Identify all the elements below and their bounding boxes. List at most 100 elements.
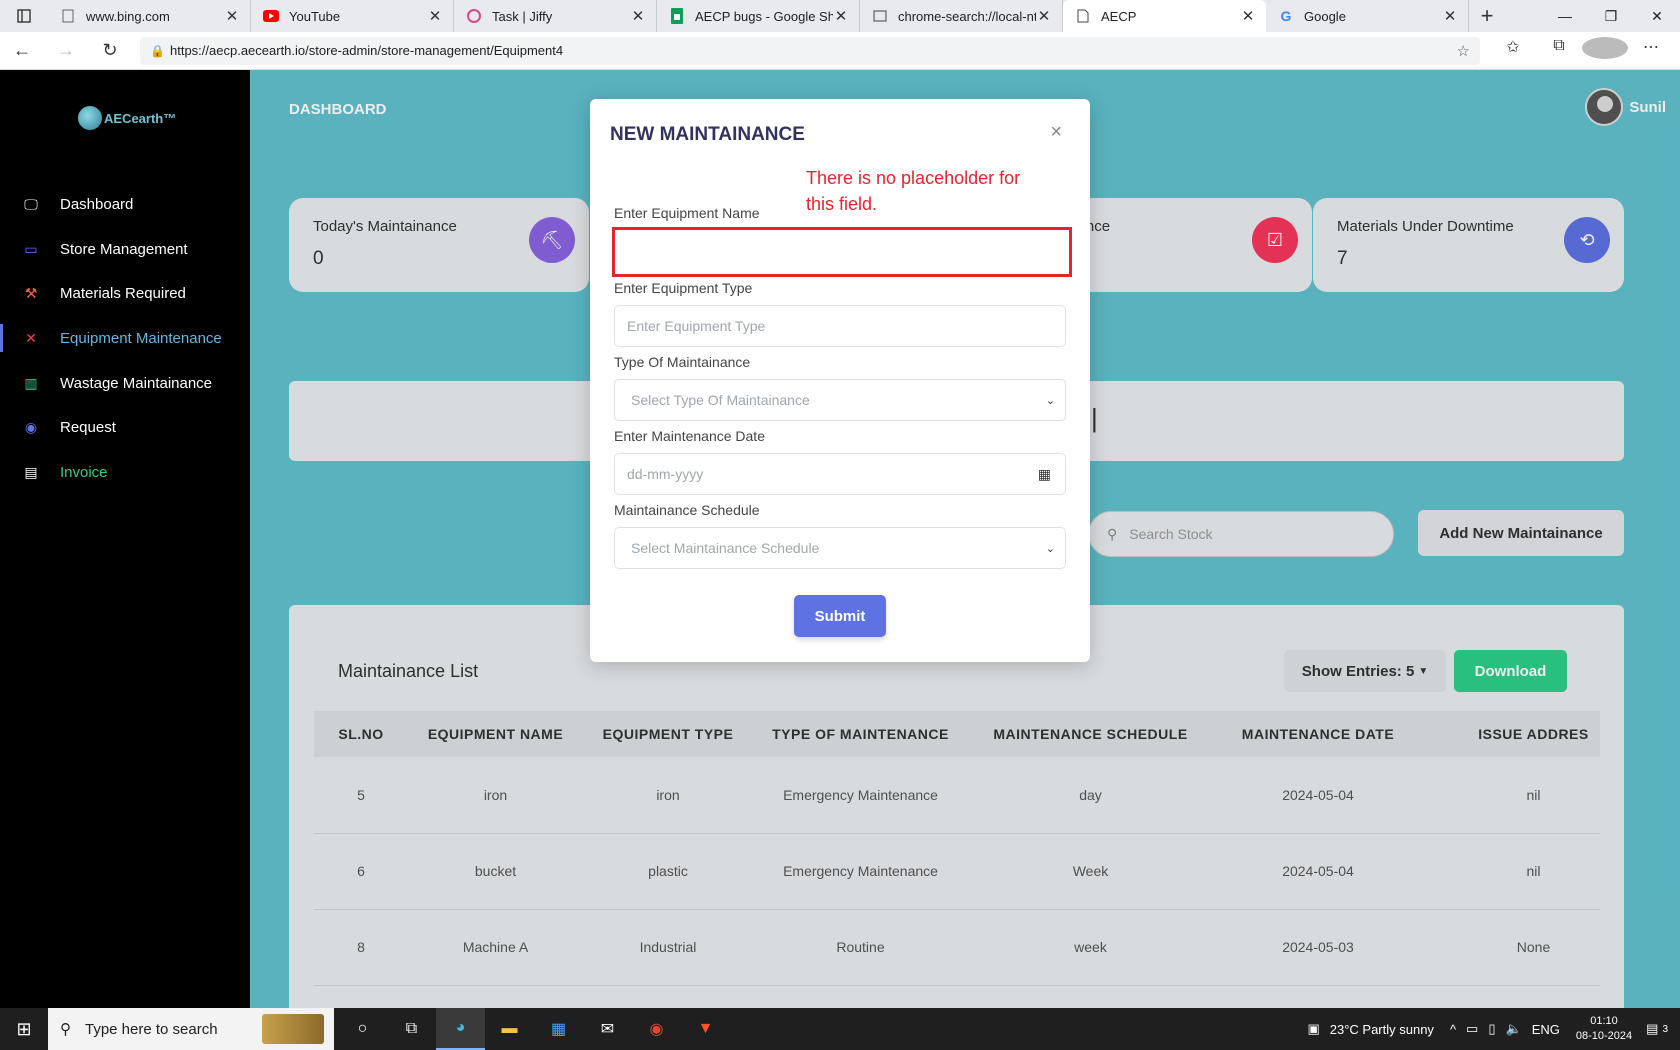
tab-label: AECP — [1101, 8, 1137, 24]
forward-icon[interactable]: → — [44, 40, 88, 61]
equipment-type-placeholder: Enter Equipment Type — [627, 318, 766, 334]
jiffy-icon — [466, 8, 482, 24]
cortana-icon[interactable]: ○ — [338, 1008, 387, 1050]
browser-tab-bing[interactable]: www.bing.com ✕ — [48, 0, 251, 32]
new-tab-button[interactable]: + — [1469, 3, 1505, 29]
hammer-icon: ⚒ — [24, 285, 38, 302]
close-tab-icon[interactable]: ✕ — [833, 7, 849, 25]
store-icon[interactable]: ▦ — [534, 1008, 583, 1050]
clock[interactable]: 01:10 08-10-2024 — [1576, 1014, 1632, 1044]
brave-icon[interactable]: ▼ — [681, 1008, 730, 1050]
browser-tab-aecp[interactable]: AECP ✕ — [1063, 0, 1266, 32]
maintenance-type-select[interactable]: Select Type Of Maintainance ⌄ — [614, 379, 1066, 421]
file-explorer-icon[interactable]: ▬ — [485, 1008, 534, 1050]
weather-text[interactable]: 23°C Partly sunny — [1330, 1022, 1434, 1037]
monitor-icon: 🖵 — [24, 195, 38, 212]
favorites-icon[interactable]: ✩ — [1490, 37, 1536, 64]
sidebar-item-store-management[interactable]: ▭ Store Management — [0, 227, 250, 272]
globe-icon — [78, 106, 102, 130]
close-tab-icon[interactable]: ✕ — [1240, 7, 1256, 25]
chevron-down-icon: ⌄ — [1045, 394, 1055, 407]
sidebar: AECearth™ 🖵 Dashboard ▭ Store Management… — [0, 70, 250, 1008]
taskbar-search[interactable]: ⚲ Type here to search — [48, 1008, 334, 1050]
search-highlight-image — [262, 1014, 324, 1044]
submit-button[interactable]: Submit — [794, 595, 886, 637]
weather-icon[interactable]: ▣ — [1307, 1021, 1319, 1037]
browser-toolbar: ✩ ⧉ ⋯ — [1490, 37, 1674, 64]
profile-icon[interactable] — [1582, 37, 1628, 64]
sidebar-item-wastage-maintainance[interactable]: ▥ Wastage Maintainance — [0, 361, 250, 406]
sidebar-item-label: Invoice — [60, 463, 108, 481]
sidebar-item-dashboard[interactable]: 🖵 Dashboard — [0, 182, 250, 227]
add-favorite-icon[interactable]: ☆ — [1457, 42, 1470, 60]
close-tab-icon[interactable]: ✕ — [1442, 7, 1458, 25]
page-icon — [60, 8, 76, 24]
taskbar-search-placeholder: Type here to search — [85, 1020, 218, 1038]
close-tab-icon[interactable]: ✕ — [427, 7, 443, 25]
tab-actions-icon[interactable] — [0, 0, 48, 32]
bug-annotation: There is no placeholder for this field. — [806, 168, 1021, 214]
browser-tab-ntp[interactable]: chrome-search://local-ntp ✕ — [860, 0, 1063, 32]
mail-icon[interactable]: ✉ — [583, 1008, 632, 1050]
modal-title: NEW MAINTAINANCE — [610, 124, 805, 145]
chevron-down-icon: ⌄ — [1045, 542, 1055, 555]
equipment-type-label: Enter Equipment Type — [614, 280, 753, 296]
schedule-select[interactable]: Select Maintainance Schedule ⌄ — [614, 527, 1066, 569]
equipment-name-field[interactable] — [612, 227, 1072, 277]
close-tab-icon[interactable]: ✕ — [224, 7, 240, 25]
tab-label: www.bing.com — [86, 8, 170, 24]
battery-icon[interactable]: ▯ — [1488, 1021, 1495, 1037]
language-indicator[interactable]: ENG — [1532, 1022, 1560, 1037]
close-tab-icon[interactable]: ✕ — [1036, 7, 1052, 25]
window-controls: — ❐ ✕ — [1542, 0, 1680, 32]
browser-tab-sheets[interactable]: AECP bugs - Google Shee ✕ — [657, 0, 860, 32]
collections-icon[interactable]: ⧉ — [1536, 37, 1582, 64]
sidebar-item-invoice[interactable]: ▤ Invoice — [0, 450, 250, 495]
task-view-icon[interactable]: ⧉ — [387, 1008, 436, 1050]
network-icon[interactable]: ▭ — [1466, 1021, 1478, 1037]
back-icon[interactable]: ← — [0, 40, 44, 61]
aecearth-logo[interactable]: AECearth™ — [78, 106, 176, 130]
sidebar-item-materials-required[interactable]: ⚒ Materials Required — [0, 271, 250, 316]
chrome-icon[interactable]: ◉ — [632, 1008, 681, 1050]
sidebar-item-label: Materials Required — [60, 285, 186, 303]
page-icon — [872, 8, 888, 24]
clock-time: 01:10 — [1590, 1015, 1618, 1027]
close-tab-icon[interactable]: ✕ — [630, 7, 646, 25]
request-icon: ◉ — [24, 419, 38, 436]
browser-tab-strip: www.bing.com ✕ YouTube ✕ Task | Jiffy ✕ … — [0, 0, 1680, 32]
more-icon[interactable]: ⋯ — [1628, 37, 1674, 64]
url-field[interactable]: 🔒 https://aecp.aecearth.io/store-admin/s… — [140, 36, 1480, 65]
tab-label: YouTube — [289, 8, 341, 24]
browser-tab-jiffy[interactable]: Task | Jiffy ✕ — [454, 0, 657, 32]
volume-icon[interactable]: 🔈 — [1506, 1021, 1522, 1037]
lock-icon[interactable]: 🔒 — [150, 44, 170, 58]
sidebar-item-request[interactable]: ◉ Request — [0, 405, 250, 450]
close-window-icon[interactable]: ✕ — [1634, 0, 1680, 32]
date-placeholder: dd-mm-yyyy — [627, 466, 704, 482]
sidebar-item-equipment-maintenance[interactable]: ✕ Equipment Maintenance — [0, 316, 250, 361]
tab-label: Task | Jiffy — [492, 8, 553, 24]
address-bar: ← → ↻ 🔒 https://aecp.aecearth.io/store-a… — [0, 32, 1680, 70]
edge-icon[interactable]: ◕ — [436, 1008, 485, 1050]
maintenance-type-value: Select Type Of Maintainance — [631, 392, 810, 408]
calendar-icon[interactable]: ▦ — [1038, 466, 1051, 483]
google-icon: G — [1280, 8, 1292, 24]
close-icon[interactable]: × — [1050, 121, 1062, 144]
sidebar-item-label: Request — [60, 419, 116, 437]
chevron-up-icon[interactable]: ^ — [1450, 1022, 1456, 1037]
url-text: https://aecp.aecearth.io/store-admin/sto… — [170, 43, 564, 58]
page-icon — [1075, 8, 1091, 24]
windows-start-icon[interactable]: ⊞ — [0, 1019, 48, 1040]
maintenance-date-field[interactable]: dd-mm-yyyy ▦ — [614, 453, 1066, 495]
browser-tab-google[interactable]: G Google ✕ — [1266, 0, 1469, 32]
invoice-icon: ▤ — [24, 463, 38, 480]
notifications-icon[interactable]: ▤ — [1646, 1021, 1658, 1037]
refresh-icon[interactable]: ↻ — [88, 40, 132, 61]
new-maintainance-modal: NEW MAINTAINANCE × There is no placehold… — [590, 99, 1090, 662]
schedule-value: Select Maintainance Schedule — [631, 540, 820, 556]
minimize-icon[interactable]: — — [1542, 0, 1588, 32]
browser-tab-youtube[interactable]: YouTube ✕ — [251, 0, 454, 32]
equipment-type-field[interactable]: Enter Equipment Type — [614, 305, 1066, 347]
restore-icon[interactable]: ❐ — [1588, 0, 1634, 32]
